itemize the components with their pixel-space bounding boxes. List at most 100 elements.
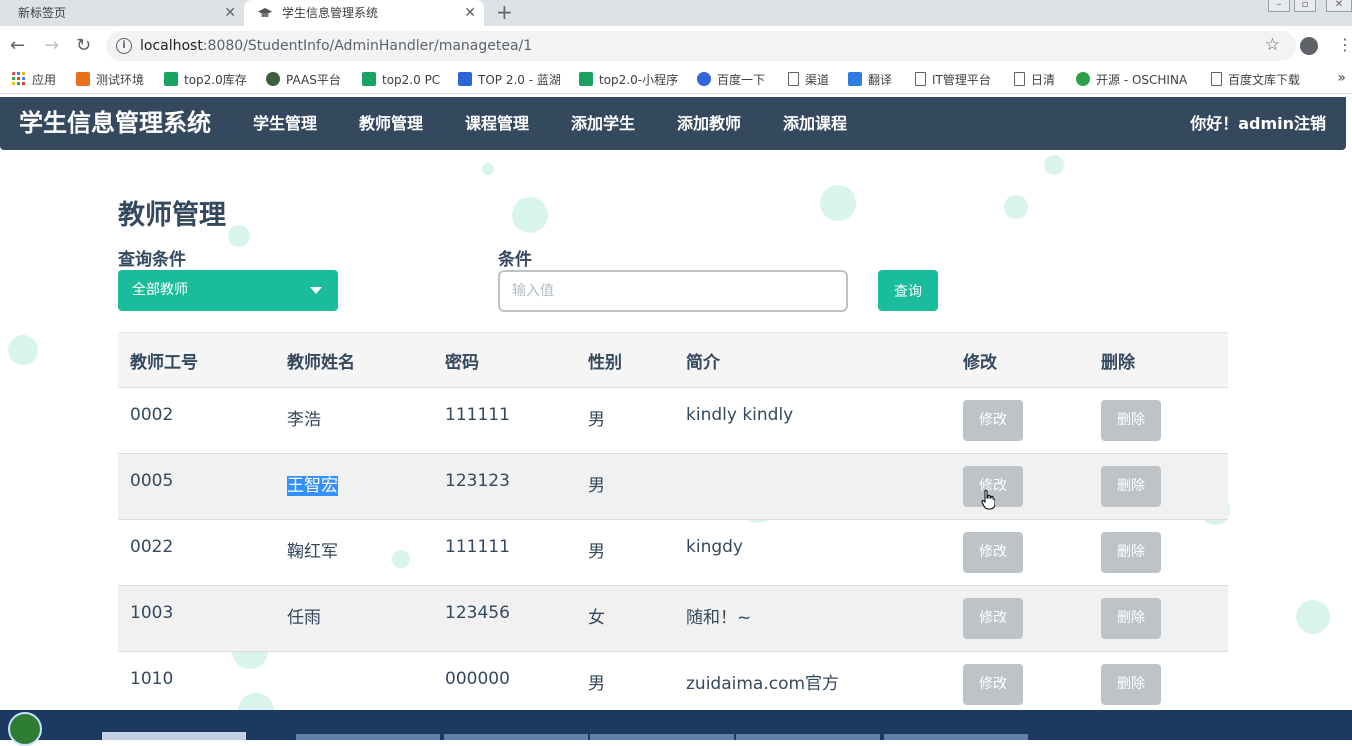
url-text[interactable]: localhost:8080/StudentInfo/AdminHandler/…: [140, 31, 532, 61]
decorative-bubble: [1004, 195, 1028, 219]
taskbar-item[interactable]: [884, 734, 1028, 740]
cell-id: 1010: [118, 651, 275, 710]
site-info-icon[interactable]: i: [116, 38, 132, 54]
bookmark-top2-pc[interactable]: top2.0 PC: [362, 71, 440, 89]
edit-button[interactable]: 修改: [963, 664, 1023, 705]
bookmark-lanhu[interactable]: TOP 2.0 - 蓝湖: [458, 71, 561, 89]
bookmark-top2-miniapp[interactable]: top2.0-小程序: [579, 71, 678, 89]
browser-tab-active[interactable]: 学生信息管理系统 ✕: [244, 0, 484, 26]
table-row: 1010 000000 男 zuidaima.com官方 修改 删除: [118, 651, 1228, 710]
taskbar-item[interactable]: [736, 734, 880, 740]
bookmark-it-platform[interactable]: IT管理平台: [915, 71, 991, 89]
cell-id: 1003: [118, 585, 275, 652]
taskbar-item[interactable]: [444, 734, 588, 740]
cell-id: 0005: [118, 453, 275, 520]
reload-icon[interactable]: ↻: [76, 35, 91, 57]
cell-edit: 修改: [951, 453, 1089, 520]
bookmark-test-env[interactable]: 测试环境: [76, 71, 144, 89]
bookmarks-bar: 应用 测试环境 top2.0库存 PAAS平台 top2.0 PC TOP 2.…: [0, 66, 1352, 94]
table-row: 0022 鞠红军 111111 男 kingdy 修改 删除: [118, 519, 1228, 586]
top-navbar: 学生信息管理系统 学生管理 教师管理 课程管理 添加学生 添加教师 添加课程 你…: [0, 97, 1346, 150]
cell-intro: [674, 453, 951, 520]
decorative-bubble: [1296, 600, 1330, 634]
document-icon: [1211, 72, 1222, 86]
page-title: 教师管理: [118, 200, 226, 231]
cell-gender: 男: [576, 453, 674, 520]
nav-student-manage[interactable]: 学生管理: [253, 97, 317, 150]
brand-title[interactable]: 学生信息管理系统: [19, 97, 211, 150]
header-delete: 删除: [1089, 332, 1228, 388]
cell-delete: 删除: [1089, 651, 1228, 710]
delete-button[interactable]: 删除: [1101, 598, 1161, 639]
bookmark-channel[interactable]: 渠道: [788, 71, 829, 89]
cell-intro: kingdy: [674, 519, 951, 586]
delete-button[interactable]: 删除: [1101, 664, 1161, 705]
tab-close-icon[interactable]: ✕: [464, 0, 476, 26]
new-tab-button[interactable]: +: [496, 0, 513, 24]
bookmarks-overflow-icon[interactable]: »: [1337, 70, 1346, 86]
lanhu-logo-icon: [458, 72, 472, 86]
close-window-icon[interactable]: ✕: [1326, 0, 1352, 12]
delete-button[interactable]: 删除: [1101, 466, 1161, 507]
bookmark-apps[interactable]: 应用: [12, 71, 56, 89]
tab-title: 学生信息管理系统: [282, 6, 379, 20]
teacher-filter-select[interactable]: 全部教师: [118, 270, 338, 311]
browser-menu-icon[interactable]: ⋮: [1337, 35, 1352, 55]
decorative-bubble: [228, 225, 250, 247]
forward-arrow-icon[interactable]: →: [44, 35, 59, 57]
edit-button[interactable]: 修改: [963, 400, 1023, 441]
cell-edit: 修改: [951, 651, 1089, 710]
document-icon: [1014, 72, 1025, 86]
cell-edit: 修改: [951, 585, 1089, 652]
cell-intro: 随和！~: [674, 585, 951, 652]
condition-label: 条件: [498, 250, 532, 270]
query-condition-label: 查询条件: [118, 250, 186, 270]
tab-close-icon[interactable]: ✕: [224, 0, 236, 26]
browser-tab-newtab[interactable]: 新标签页 ✕: [0, 0, 244, 26]
minimize-window-icon[interactable]: –: [1268, 0, 1290, 12]
taskbar-item[interactable]: [296, 734, 440, 740]
nav-add-teacher[interactable]: 添加教师: [677, 97, 741, 150]
header-edit: 修改: [951, 332, 1089, 388]
query-button[interactable]: 查询: [878, 270, 938, 311]
edit-button[interactable]: 修改: [963, 598, 1023, 639]
condition-input[interactable]: [498, 270, 848, 312]
nav-add-student[interactable]: 添加学生: [571, 97, 635, 150]
taskbar-item[interactable]: [590, 734, 734, 740]
browser-toolbar: ← → ↻ i localhost:8080/StudentInfo/Admin…: [0, 26, 1352, 66]
taskbar-item[interactable]: [102, 732, 246, 740]
cell-delete: 删除: [1089, 387, 1228, 454]
nav-add-course[interactable]: 添加课程: [783, 97, 847, 150]
bookmark-baidu[interactable]: 百度一下: [697, 71, 765, 89]
table-row: 0005 王智宏 123123 男 修改 删除: [118, 453, 1228, 520]
nav-course-manage[interactable]: 课程管理: [465, 97, 529, 150]
bookmark-star-icon[interactable]: ☆: [1265, 35, 1280, 55]
nav-teacher-manage[interactable]: 教师管理: [359, 97, 423, 150]
cell-gender: 女: [576, 585, 674, 652]
edit-button[interactable]: 修改: [963, 532, 1023, 573]
start-button-icon[interactable]: [8, 712, 42, 746]
back-arrow-icon[interactable]: ←: [10, 35, 25, 57]
cell-password: 111111: [433, 387, 576, 454]
tab-title: 新标签页: [18, 6, 67, 20]
greeting-logout-link[interactable]: 你好！admin注销: [1190, 97, 1326, 150]
cell-name: 李浩: [275, 387, 433, 454]
delete-button[interactable]: 删除: [1101, 400, 1161, 441]
bookmark-top2-stock[interactable]: top2.0库存: [164, 71, 247, 89]
decorative-bubble: [512, 197, 548, 233]
address-bar[interactable]: i localhost:8080/StudentInfo/AdminHandle…: [106, 31, 1296, 61]
profile-avatar-icon[interactable]: [1300, 37, 1318, 55]
restore-window-icon[interactable]: ▫: [1294, 0, 1316, 12]
bookmark-wenku[interactable]: 百度文库下载: [1211, 71, 1300, 89]
bookmark-oschina[interactable]: 开源 - OSCHINA: [1076, 71, 1187, 89]
cell-edit: 修改: [951, 519, 1089, 586]
cell-edit: 修改: [951, 387, 1089, 454]
cell-id: 0002: [118, 387, 275, 454]
bookmark-translate[interactable]: 翻译: [848, 71, 892, 89]
bookmark-paas[interactable]: PAAS平台: [266, 71, 341, 89]
hand-pointer-cursor-icon: [981, 490, 995, 510]
delete-button[interactable]: 删除: [1101, 532, 1161, 573]
bookmark-daily[interactable]: 日清: [1014, 71, 1055, 89]
decorative-bubble: [820, 185, 856, 221]
cell-intro: kindly kindly: [674, 387, 951, 454]
